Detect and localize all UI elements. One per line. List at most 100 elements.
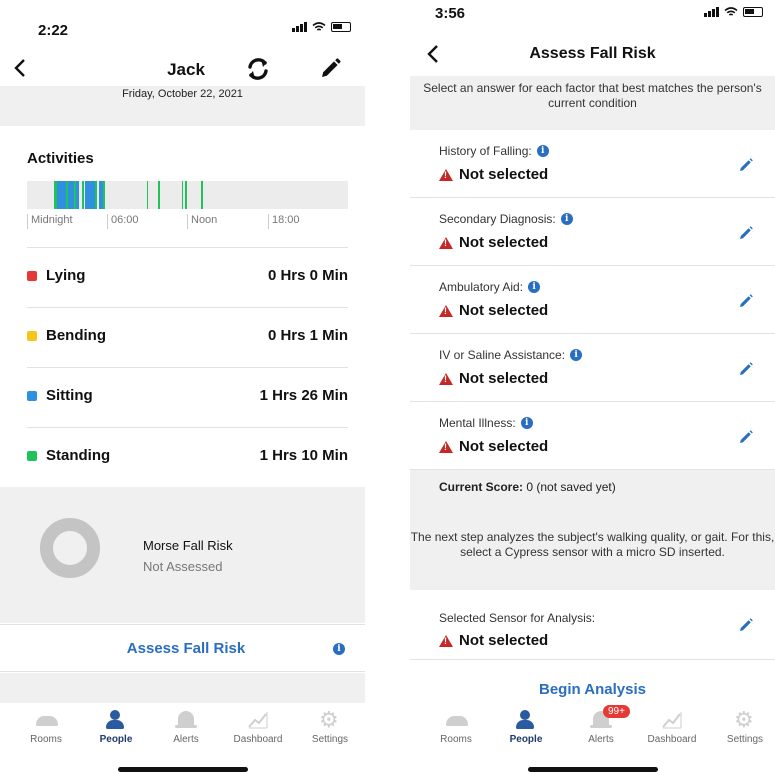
- score-section: Current Score: 0 (not saved yet) The nex…: [410, 470, 775, 590]
- tab-rooms[interactable]: Rooms: [10, 707, 82, 745]
- activity-duration: 0 Hrs 1 Min: [267, 327, 348, 344]
- signal-icon: [292, 22, 307, 32]
- activity-timeline: [27, 181, 348, 209]
- factor-label: Secondary Diagnosis:: [439, 212, 556, 226]
- tab-people[interactable]: People: [490, 707, 562, 745]
- status-time: 2:22: [38, 22, 69, 39]
- score-value: 0 (not saved yet): [526, 480, 616, 494]
- tab-alerts[interactable]: Alerts: [150, 707, 222, 745]
- timeline-segment: [82, 181, 84, 209]
- info-icon[interactable]: i: [520, 417, 533, 429]
- warning-icon: [439, 236, 453, 249]
- tab-settings[interactable]: ⚙ Settings: [294, 707, 365, 746]
- home-indicator: [527, 767, 658, 772]
- timeline-label: Noon: [187, 214, 217, 229]
- pencil-icon[interactable]: [739, 294, 753, 308]
- people-icon: [490, 707, 562, 733]
- person-detail-screen: 2:22 Jack Friday, October 22, 2021 Activ…: [0, 0, 365, 772]
- instructions-text: Select an answer for each factor that be…: [423, 81, 762, 110]
- info-icon[interactable]: i: [570, 349, 583, 361]
- factor-secondary-diagnosis[interactable]: Secondary Diagnosis: i Not selected: [410, 198, 775, 266]
- tab-settings[interactable]: ⚙ Settings: [709, 707, 775, 746]
- page-title: Jack: [167, 60, 205, 79]
- factor-ambulatory-aid[interactable]: Ambulatory Aid: i Not selected: [410, 266, 775, 334]
- system-icons: [292, 22, 351, 32]
- dashboard-icon: [662, 712, 682, 729]
- activity-row-standing: Standing 1 Hrs 10 Min: [27, 427, 348, 483]
- timeline-label: 18:00: [268, 214, 300, 229]
- factor-value: Not selected: [459, 370, 549, 387]
- timeline-segment: [57, 181, 66, 209]
- battery-icon: [331, 22, 351, 32]
- activity-duration: 1 Hrs 10 Min: [259, 447, 348, 464]
- tab-label: People: [509, 734, 543, 745]
- tab-bar: Rooms People Alerts Dashboard ⚙ Settings: [0, 703, 365, 772]
- tab-dashboard[interactable]: Dashboard: [222, 707, 294, 745]
- assess-fall-risk-button[interactable]: Assess Fall Risk: [0, 640, 365, 657]
- bell-icon: [175, 711, 197, 728]
- timeline-axis: Midnight 06:00 Noon 18:00: [27, 213, 348, 229]
- assess-fall-risk-row: Assess Fall Risk i: [0, 624, 365, 672]
- pencil-icon: [322, 58, 341, 77]
- tab-rooms[interactable]: Rooms: [420, 707, 492, 745]
- factor-value: Not selected: [459, 234, 549, 251]
- activity-duration: 0 Hrs 0 Min: [267, 267, 348, 284]
- warning-icon: [439, 634, 453, 647]
- risk-donut-chart: [40, 518, 100, 578]
- pencil-icon[interactable]: [739, 226, 753, 240]
- tab-bar: Rooms People 99+ Alerts Dashboard ⚙ Sett…: [410, 703, 775, 772]
- warning-icon: [439, 304, 453, 317]
- factor-history-of-falling[interactable]: History of Falling: i Not selected: [410, 130, 775, 198]
- info-icon[interactable]: i: [333, 643, 345, 655]
- page-title: Assess Fall Risk: [529, 45, 656, 62]
- pencil-icon[interactable]: [739, 158, 753, 172]
- timeline-segment: [85, 181, 95, 209]
- status-time: 3:56: [435, 5, 466, 22]
- timeline-segment: [182, 181, 183, 209]
- tab-label: Dashboard: [647, 734, 697, 745]
- warning-icon: [439, 372, 453, 385]
- system-icons: [704, 7, 763, 17]
- score-label: Current Score:: [439, 480, 524, 494]
- tab-people[interactable]: People: [80, 707, 152, 745]
- tab-label: Dashboard: [233, 734, 283, 745]
- factor-label: Ambulatory Aid:: [439, 280, 524, 294]
- info-icon[interactable]: i: [528, 281, 541, 293]
- nav-bar: Assess Fall Risk: [410, 38, 775, 74]
- tab-dashboard[interactable]: Dashboard: [636, 707, 708, 745]
- people-icon: [80, 707, 152, 733]
- timeline-segment: [95, 181, 97, 209]
- factor-iv-saline[interactable]: IV or Saline Assistance: i Not selected: [410, 334, 775, 402]
- tab-label: Settings: [726, 734, 764, 745]
- pencil-icon[interactable]: [739, 362, 753, 376]
- wifi-icon: [312, 22, 326, 31]
- activity-row-lying: Lying 0 Hrs 0 Min: [27, 247, 348, 303]
- factor-label: History of Falling:: [439, 144, 532, 158]
- info-icon[interactable]: i: [560, 213, 573, 225]
- sensor-selector[interactable]: Selected Sensor for Analysis: Not select…: [410, 590, 775, 660]
- begin-analysis-button[interactable]: Begin Analysis: [410, 681, 775, 698]
- date-label: Friday, October 22, 2021: [122, 88, 243, 100]
- risk-title: Morse Fall Risk: [143, 538, 233, 553]
- tab-label: Rooms: [440, 734, 472, 745]
- tab-label: People: [99, 734, 133, 745]
- factor-value: Not selected: [459, 166, 549, 183]
- activity-name: Lying: [46, 267, 86, 284]
- tab-alerts[interactable]: 99+ Alerts: [565, 705, 637, 745]
- factor-mental-illness[interactable]: Mental Illness: i Not selected: [410, 402, 775, 470]
- activity-row-sitting: Sitting 1 Hrs 26 Min: [27, 367, 348, 423]
- rooms-icon: [446, 716, 468, 726]
- activity-name: Sitting: [46, 387, 93, 404]
- pencil-icon[interactable]: [739, 618, 753, 632]
- refresh-button[interactable]: [245, 56, 271, 82]
- dashboard-icon: [248, 712, 268, 729]
- refresh-icon: [248, 58, 268, 80]
- signal-icon: [704, 7, 719, 17]
- tab-label: Rooms: [30, 734, 62, 745]
- factor-label: IV or Saline Assistance:: [439, 348, 566, 362]
- info-icon[interactable]: i: [536, 145, 549, 157]
- warning-icon: [439, 168, 453, 181]
- edit-button[interactable]: [318, 57, 342, 81]
- fall-risk-card: Morse Fall Risk Not Assessed: [0, 487, 365, 623]
- pencil-icon[interactable]: [739, 430, 753, 444]
